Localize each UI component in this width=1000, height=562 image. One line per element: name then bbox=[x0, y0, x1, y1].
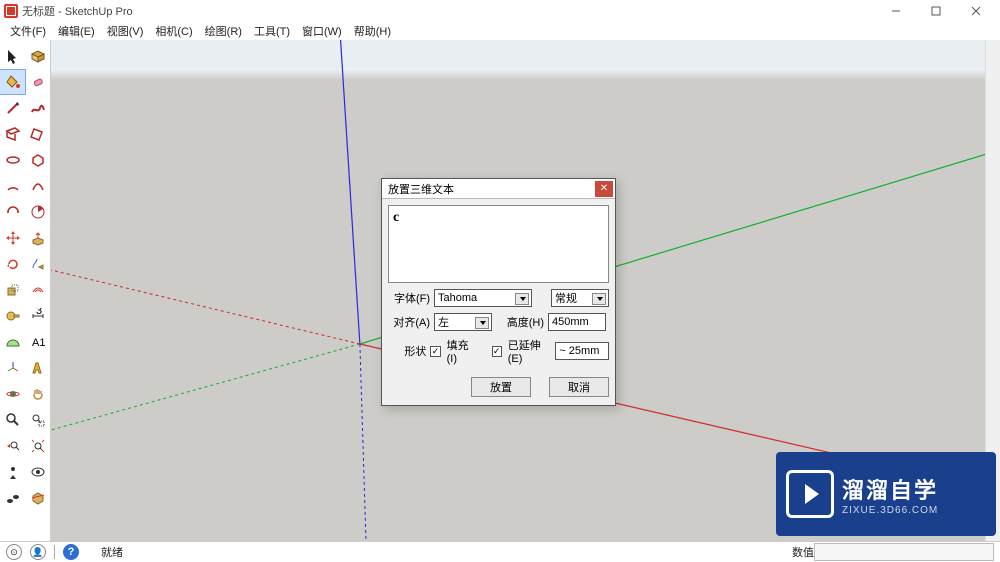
tool-make-component[interactable] bbox=[25, 44, 50, 68]
tool-pie[interactable] bbox=[25, 200, 50, 224]
tool-axes[interactable] bbox=[0, 356, 25, 380]
font-select[interactable]: Tahoma bbox=[434, 289, 532, 307]
tool-rotate[interactable] bbox=[0, 252, 25, 276]
menu-file[interactable]: 文件(F) bbox=[10, 23, 46, 39]
menu-camera[interactable]: 相机(C) bbox=[155, 23, 192, 39]
font-weight-select[interactable]: 常规 bbox=[551, 289, 609, 307]
tool-3pt-arc[interactable] bbox=[0, 200, 25, 224]
extended-input[interactable]: ~ 25mm bbox=[555, 342, 609, 360]
tool-zoom[interactable] bbox=[0, 408, 25, 432]
tool-zoom-previous[interactable] bbox=[0, 434, 25, 458]
menu-window[interactable]: 窗口(W) bbox=[302, 23, 342, 39]
tool-3d-text[interactable] bbox=[25, 356, 50, 380]
menu-help[interactable]: 帮助(H) bbox=[354, 23, 391, 39]
menu-view[interactable]: 视图(V) bbox=[107, 23, 144, 39]
dialog-close-button[interactable]: ✕ bbox=[595, 181, 613, 197]
tool-orbit[interactable] bbox=[0, 382, 25, 406]
fill-label: 填充(I) bbox=[447, 337, 477, 365]
tool-eraser[interactable] bbox=[25, 70, 50, 94]
menu-tools[interactable]: 工具(T) bbox=[254, 23, 290, 39]
tool-pan[interactable] bbox=[25, 382, 50, 406]
tool-dimension[interactable]: 3 bbox=[25, 304, 50, 328]
tool-pushpull[interactable] bbox=[25, 226, 50, 250]
height-label: 高度(H) bbox=[500, 314, 544, 330]
tool-line[interactable] bbox=[0, 96, 25, 120]
tool-rotated-rectangle[interactable] bbox=[25, 122, 50, 146]
watermark-badge: 溜溜自学 ZIXUE.3D66.COM bbox=[776, 452, 996, 536]
svg-text:A1: A1 bbox=[32, 337, 45, 349]
window-titlebar: 无标题 - SketchUp Pro bbox=[0, 0, 1000, 22]
app-icon bbox=[4, 4, 18, 18]
tool-freehand[interactable] bbox=[25, 96, 50, 120]
font-label: 字体(F) bbox=[388, 290, 430, 306]
tool-protractor[interactable] bbox=[0, 330, 25, 354]
tool-2pt-arc[interactable] bbox=[25, 174, 50, 198]
tool-zoom-extents[interactable] bbox=[25, 434, 50, 458]
dialog-title-text: 放置三维文本 bbox=[388, 181, 454, 197]
tool-polygon[interactable] bbox=[25, 148, 50, 172]
menu-draw[interactable]: 绘图(R) bbox=[205, 23, 242, 39]
tool-look-around[interactable] bbox=[25, 460, 50, 484]
align-select[interactable]: 左 bbox=[434, 313, 492, 331]
dialog-titlebar[interactable]: 放置三维文本 ✕ bbox=[382, 179, 615, 199]
tool-paint-bucket[interactable] bbox=[0, 70, 25, 94]
tool-offset[interactable] bbox=[25, 278, 50, 302]
tool-text[interactable]: A1 bbox=[25, 330, 50, 354]
value-control-box[interactable] bbox=[814, 543, 994, 561]
tool-arc[interactable] bbox=[0, 174, 25, 198]
tool-circle[interactable] bbox=[0, 148, 25, 172]
large-tool-set: 3 A1 bbox=[0, 40, 51, 541]
height-input[interactable]: 450mm bbox=[548, 313, 606, 331]
extended-checkbox[interactable] bbox=[492, 346, 502, 357]
status-help-button[interactable]: ? bbox=[63, 544, 79, 560]
watermark-sub: ZIXUE.3D66.COM bbox=[842, 505, 938, 516]
window-maximize-button[interactable] bbox=[916, 0, 956, 22]
play-icon bbox=[786, 470, 834, 518]
tool-position-camera[interactable] bbox=[0, 460, 25, 484]
divider bbox=[54, 545, 55, 559]
text-content-input[interactable]: c bbox=[388, 205, 609, 283]
tool-walk[interactable] bbox=[0, 486, 25, 510]
value-label: 数值 bbox=[792, 544, 814, 560]
tool-followme[interactable] bbox=[25, 252, 50, 276]
watermark-main: 溜溜自学 bbox=[842, 473, 938, 505]
svg-text:3: 3 bbox=[36, 308, 42, 317]
cancel-button[interactable]: 取消 bbox=[549, 377, 609, 397]
tool-rectangle[interactable] bbox=[0, 122, 25, 146]
menu-bar: 文件(F) 编辑(E) 视图(V) 相机(C) 绘图(R) 工具(T) 窗口(W… bbox=[0, 22, 1000, 40]
tool-move[interactable] bbox=[0, 226, 25, 250]
status-credits-button[interactable]: 👤 bbox=[30, 544, 46, 560]
window-close-button[interactable] bbox=[956, 0, 996, 22]
tool-section-plane[interactable] bbox=[25, 486, 50, 510]
dialog-3d-text: 放置三维文本 ✕ c 字体(F) Tahoma 常规 对齐(A) 左 高度(H)… bbox=[381, 178, 616, 406]
fill-checkbox[interactable] bbox=[430, 346, 440, 357]
extended-label: 已延伸(E) bbox=[508, 337, 552, 365]
status-bar: ⊙ 👤 ? 就绪 数值 bbox=[0, 541, 1000, 562]
tool-select[interactable] bbox=[0, 44, 25, 68]
status-text: 就绪 bbox=[101, 544, 123, 560]
align-label: 对齐(A) bbox=[388, 314, 430, 330]
menu-edit[interactable]: 编辑(E) bbox=[58, 23, 95, 39]
status-geolocation-button[interactable]: ⊙ bbox=[6, 544, 22, 560]
window-minimize-button[interactable] bbox=[876, 0, 916, 22]
window-title: 无标题 - SketchUp Pro bbox=[22, 3, 876, 19]
place-button[interactable]: 放置 bbox=[471, 377, 531, 397]
tool-scale[interactable] bbox=[0, 278, 25, 302]
tool-zoom-window[interactable] bbox=[25, 408, 50, 432]
shape-label: 形状 bbox=[388, 343, 426, 359]
tool-tape[interactable] bbox=[0, 304, 25, 328]
